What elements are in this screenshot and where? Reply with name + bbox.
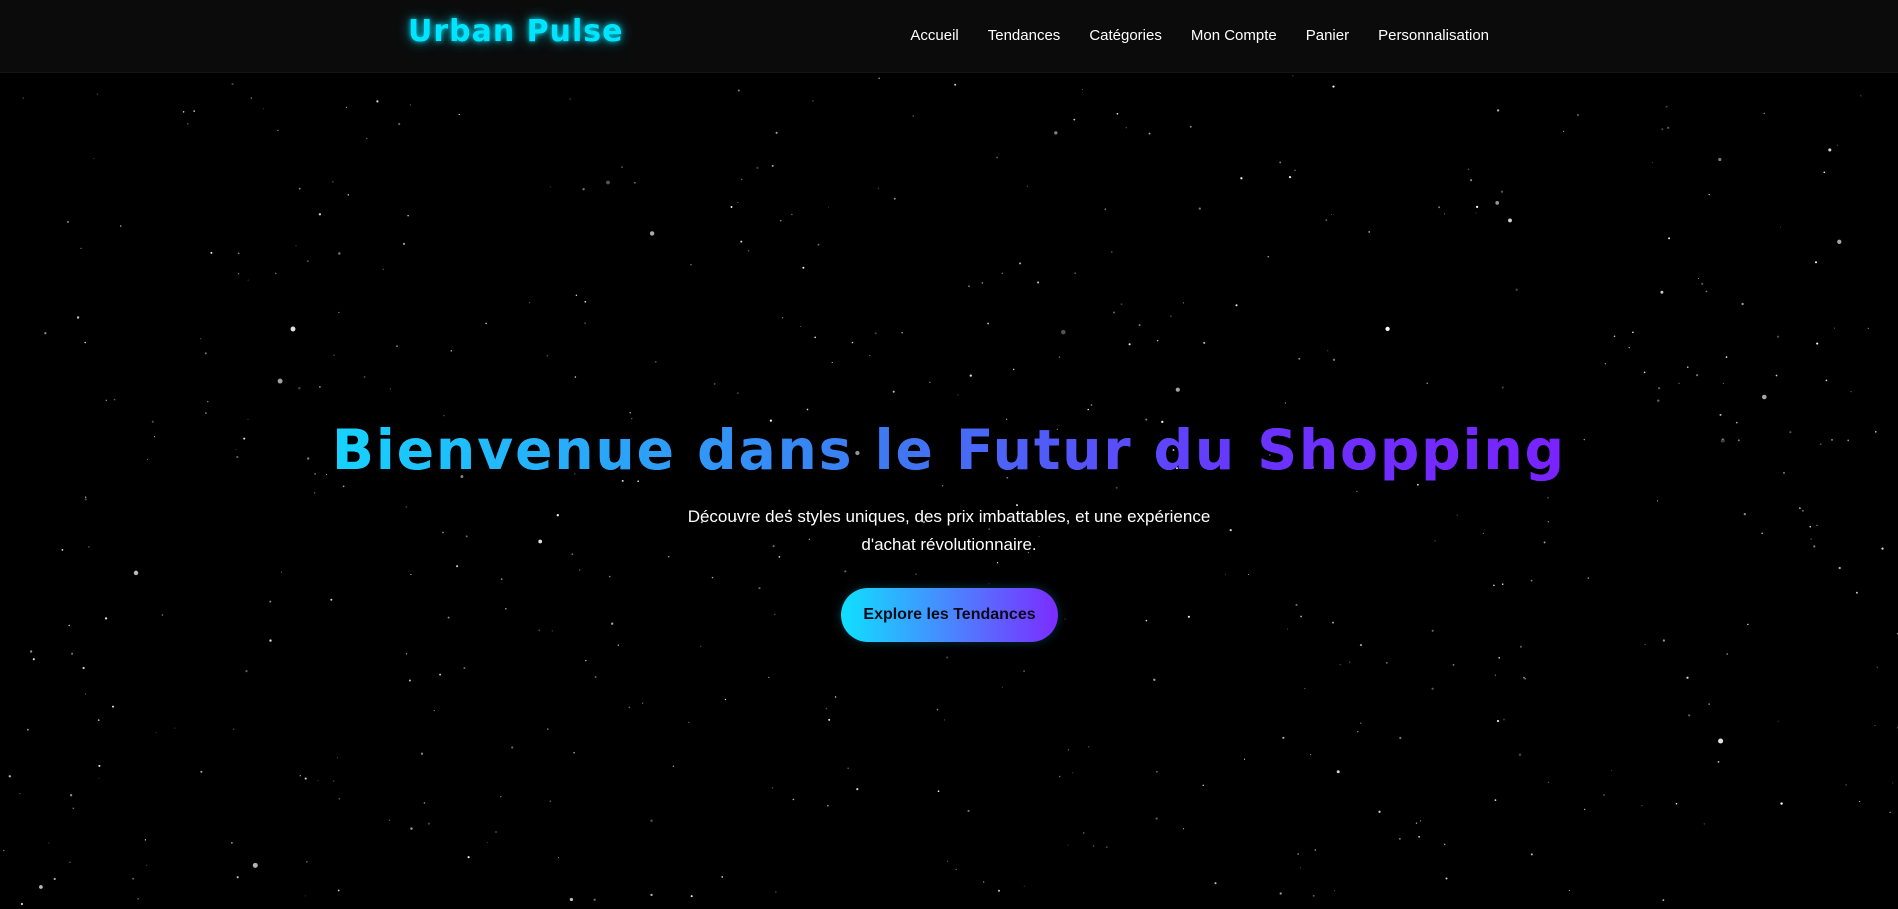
hero-subtitle-line-1: Découvre des styles uniques, des prix im… [687,507,1211,526]
nav-link-personnalisation[interactable]: Personnalisation [1378,27,1489,44]
nav-links: Accueil Tendances Catégories Mon Compte … [910,0,1489,70]
hero-section: Bienvenue dans le Futur du Shopping Déco… [0,73,1898,909]
nav-link-categories[interactable]: Catégories [1089,27,1162,44]
hero-subtitle-line-2: d'achat révolutionnaire. [861,535,1037,554]
hero-subtitle: Découvre des styles uniques, des prix im… [0,503,1898,559]
nav-link-mon-compte[interactable]: Mon Compte [1191,27,1277,44]
top-navbar: Urban Pulse Accueil Tendances Catégories… [0,0,1898,73]
nav-link-accueil[interactable]: Accueil [910,27,958,44]
explore-trends-button[interactable]: Explore les Tendances [841,588,1058,642]
nav-link-panier[interactable]: Panier [1306,27,1349,44]
hero-title: Bienvenue dans le Futur du Shopping [0,418,1898,482]
hero-title-text: Bienvenue dans le Futur du Shopping [331,418,1567,482]
page: Urban Pulse Accueil Tendances Catégories… [0,0,1898,909]
nav-link-tendances[interactable]: Tendances [988,27,1061,44]
brand-logo[interactable]: Urban Pulse [408,14,624,49]
